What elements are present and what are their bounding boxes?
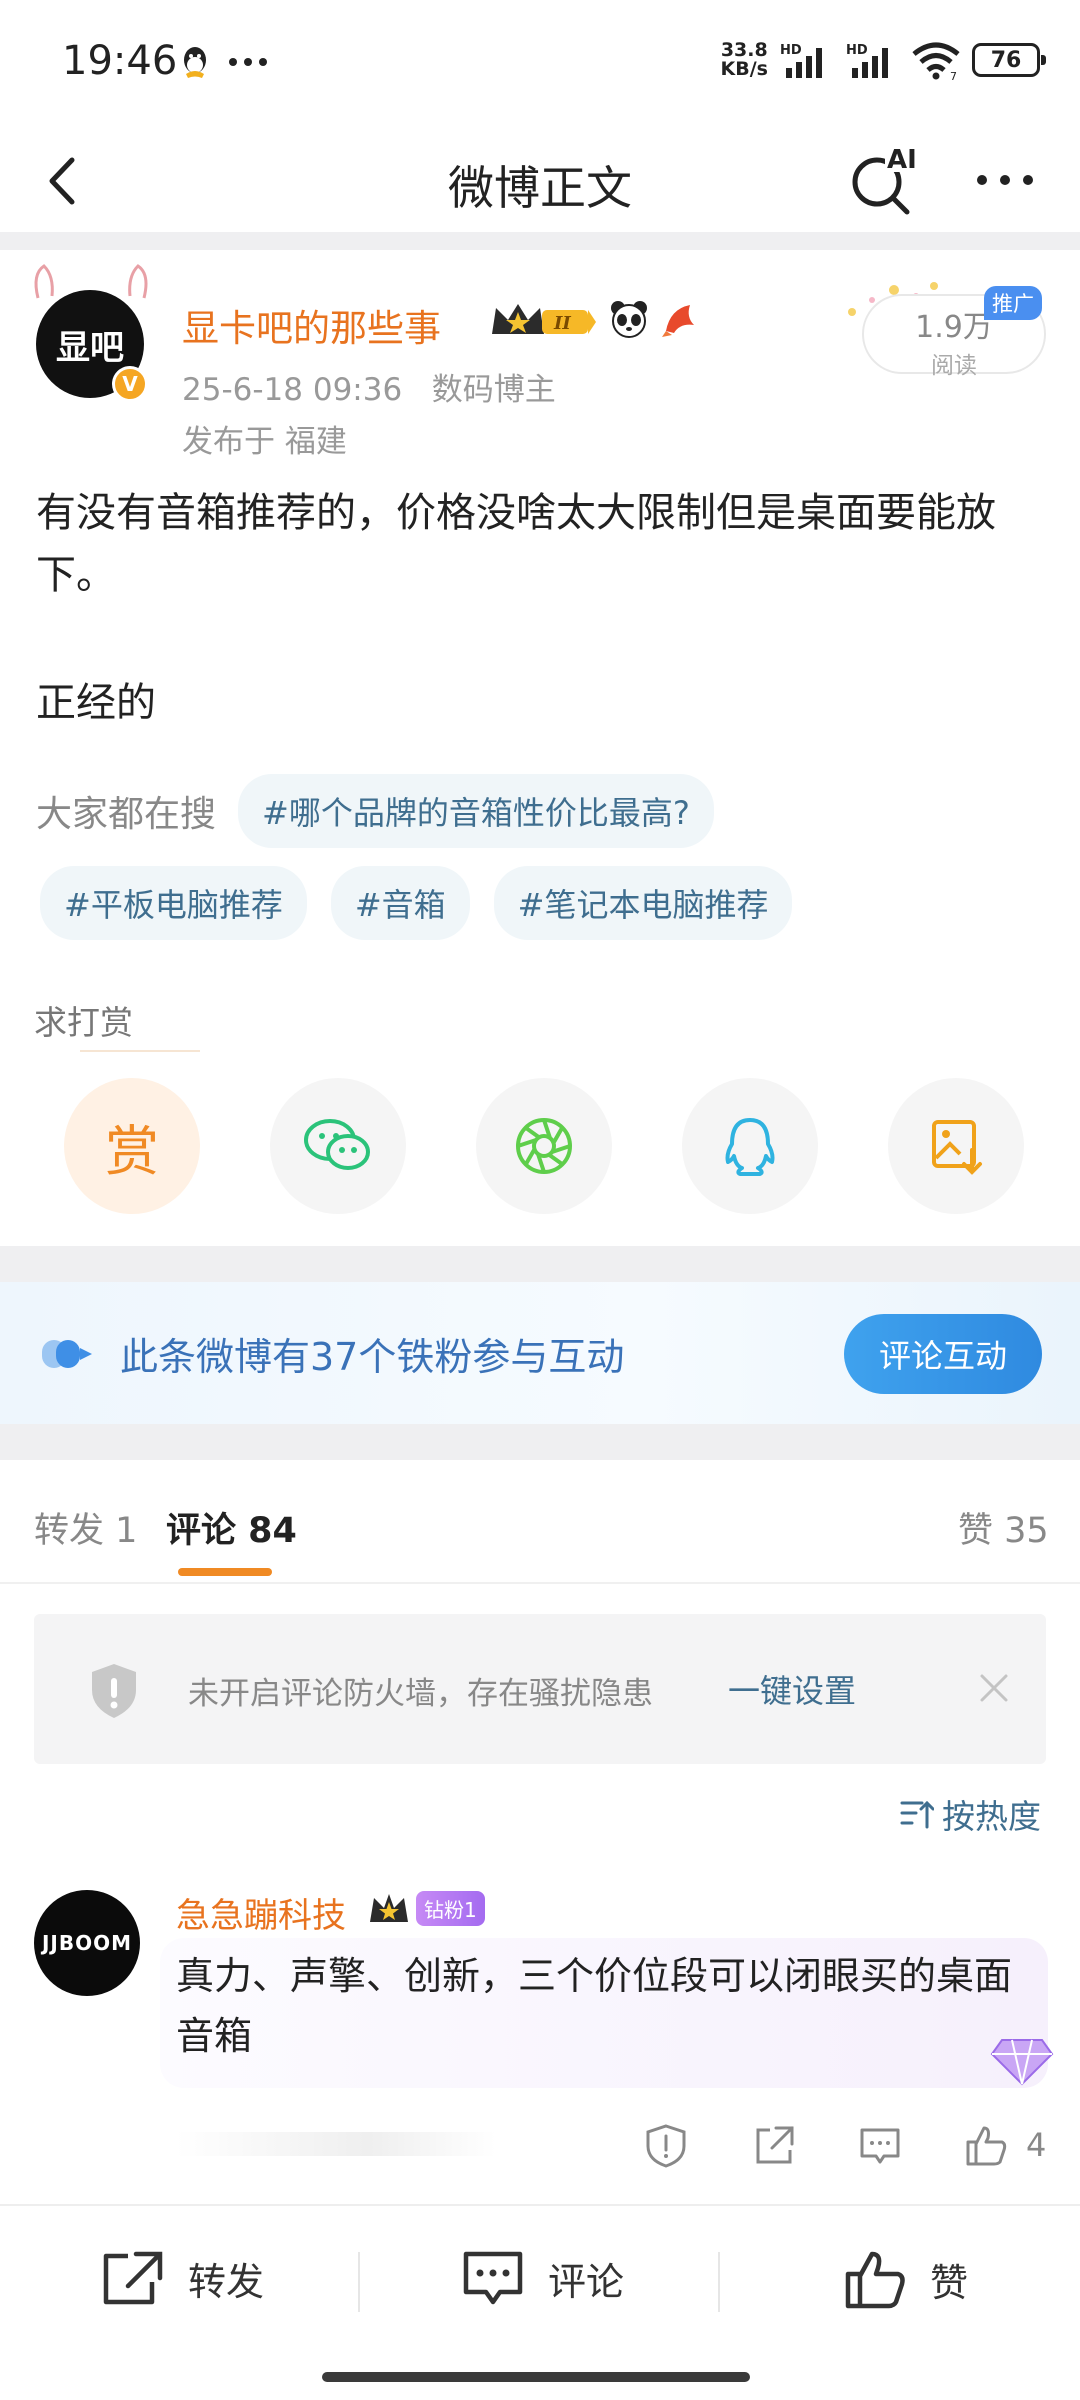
topic-chip[interactable]: #音箱 xyxy=(330,866,470,940)
bottom-separator xyxy=(718,2252,720,2312)
comment-item: JJBOOM 急急蹦科技 钻粉1 真力、声擎、创新，三个价位段可以闭眼买的桌面音… xyxy=(0,1880,1080,2200)
save-image-icon xyxy=(932,1120,982,1175)
crown-badge-icon xyxy=(370,1894,408,1922)
tip-label: 求打赏 xyxy=(34,1003,133,1042)
comment-icon xyxy=(463,2251,523,2305)
share-comment-icon[interactable] xyxy=(750,2122,798,2170)
reward-button[interactable]: 赏 xyxy=(64,1078,200,1214)
topic-chip-row: #平板电脑推荐 #音箱 #笔记本电脑推荐 xyxy=(40,866,793,940)
moments-share-button[interactable] xyxy=(476,1078,612,1214)
like-comment-icon[interactable] xyxy=(962,2122,1010,2170)
camera-aperture-icon xyxy=(516,1118,572,1174)
comment-firewall-notice: 未开启评论防火墙，存在骚扰隐患 一键设置 xyxy=(34,1614,1046,1764)
post-tabs: 转发 1 评论 84 赞 35 xyxy=(0,1460,1080,1584)
wechat-icon xyxy=(304,1119,370,1170)
verified-badge: V xyxy=(112,366,148,402)
post-date: 25-6-18 09:36 xyxy=(182,372,403,408)
repost-icon xyxy=(103,2251,163,2305)
tab-likes[interactable]: 赞 35 xyxy=(958,1502,1049,1553)
author-name[interactable]: 显卡吧的那些事 xyxy=(182,298,441,352)
comment-label: 评论 xyxy=(548,2259,625,2304)
commenter-name[interactable]: 急急蹦科技 xyxy=(176,1888,346,1937)
network-speed: 33.8 KB/s xyxy=(720,39,768,80)
trending-label: 大家都在搜 xyxy=(36,794,217,835)
sort-icon xyxy=(900,1800,934,1829)
repost-button[interactable]: 转发 xyxy=(100,2248,264,2308)
comment-actions: 4 xyxy=(0,2112,1080,2182)
repost-label: 转发 xyxy=(188,2259,265,2304)
topic-chip[interactable]: #平板电脑推荐 xyxy=(40,866,307,940)
bottom-action-bar: 转发 评论 赞 xyxy=(0,2204,1080,2400)
svg-text:7: 7 xyxy=(950,70,957,80)
comment-button[interactable]: 评论 xyxy=(460,2248,624,2308)
svg-text:HD: HD xyxy=(780,43,802,58)
topic-chip[interactable]: #笔记本电脑推荐 xyxy=(493,866,793,940)
shield-icon xyxy=(92,1664,136,1718)
report-icon[interactable] xyxy=(642,2122,690,2170)
like-icon xyxy=(845,2251,905,2309)
comment-interact-button[interactable]: 评论互动 xyxy=(844,1314,1042,1394)
fan-level-badge: 钻粉1 xyxy=(416,1890,485,1926)
section-divider xyxy=(0,232,1080,250)
wechat-share-button[interactable] xyxy=(270,1078,406,1214)
promo-tag[interactable]: 推广 xyxy=(984,286,1042,320)
signal-2-icon: HD xyxy=(846,43,888,78)
section-divider xyxy=(0,1424,1080,1460)
crown-level-badge: II xyxy=(492,304,596,334)
sort-by-hot-button[interactable]: 按热度 xyxy=(900,1790,1041,1838)
reply-comment-icon[interactable] xyxy=(856,2122,904,2170)
tip-divider xyxy=(80,1050,200,1052)
svg-text:AI: AI xyxy=(887,145,917,175)
svg-text:HD: HD xyxy=(846,43,868,58)
tab-comments[interactable]: 评论 84 xyxy=(166,1502,297,1553)
qq-share-button[interactable] xyxy=(682,1078,818,1214)
trending-search-row: 大家都在搜 #哪个品牌的音箱性价比最高? xyxy=(36,774,714,848)
one-click-setup-link[interactable]: 一键设置 xyxy=(728,1666,856,1712)
like-button[interactable]: 赞 xyxy=(842,2248,968,2310)
fans-interaction-banner[interactable]: 此条微博有37个铁粉参与互动 评论互动 xyxy=(0,1282,1080,1424)
svg-text:II: II xyxy=(553,313,571,334)
tab-repost[interactable]: 转发 1 xyxy=(34,1502,137,1553)
author-role: 数码博主 xyxy=(431,372,556,408)
ai-search-icon[interactable]: AI xyxy=(845,138,925,218)
nav-bar: 微博正文 AI xyxy=(0,130,1080,230)
like-label: 赞 xyxy=(930,2260,969,2305)
status-bar: 19:46 33.8 KB/s HD HD 7 76 xyxy=(0,0,1080,130)
panda-icon xyxy=(611,301,647,338)
comment-text: 真力、声擎、创新，三个价位段可以闭眼买的桌面音箱 xyxy=(176,1954,1013,2058)
more-notifications-icon xyxy=(229,58,267,66)
share-row: 赏 xyxy=(64,1078,1024,1214)
topic-chip[interactable]: #哪个品牌的音箱性价比最高? xyxy=(238,774,714,848)
save-image-button[interactable] xyxy=(888,1078,1024,1214)
wifi-icon: 7 xyxy=(912,42,960,80)
battery-indicator: 76 xyxy=(972,43,1046,77)
signal-1-icon: HD xyxy=(780,43,822,78)
comment-like-count: 4 xyxy=(1026,2126,1047,2164)
sort-label: 按热度 xyxy=(942,1797,1041,1836)
home-indicator[interactable] xyxy=(322,2372,750,2382)
commenter-avatar[interactable]: JJBOOM xyxy=(34,1890,140,1996)
status-time: 19:46 xyxy=(62,38,178,84)
diamond-decoration-icon xyxy=(990,2039,1054,2086)
bottom-separator xyxy=(358,2252,360,2312)
post-location: 发布于 福建 xyxy=(182,424,347,460)
firewall-text: 未开启评论防火墙，存在骚扰隐患 xyxy=(188,1676,653,1712)
section-divider xyxy=(0,1246,1080,1282)
fans-banner-text: 此条微博有37个铁粉参与互动 xyxy=(120,1335,625,1379)
post-body-text: 有没有音箱推荐的，价格没啥太大限制但是桌面要能放下。 xyxy=(36,490,996,598)
active-tab-indicator xyxy=(178,1568,272,1576)
koi-fish-icon xyxy=(662,305,694,337)
qq-icon xyxy=(725,1118,775,1176)
close-icon[interactable] xyxy=(976,1670,1012,1706)
fans-icon xyxy=(42,1340,92,1368)
qq-notification-icon xyxy=(184,47,206,78)
post-body-text-2: 正经的 xyxy=(36,680,156,726)
more-options-icon[interactable] xyxy=(970,150,1040,210)
